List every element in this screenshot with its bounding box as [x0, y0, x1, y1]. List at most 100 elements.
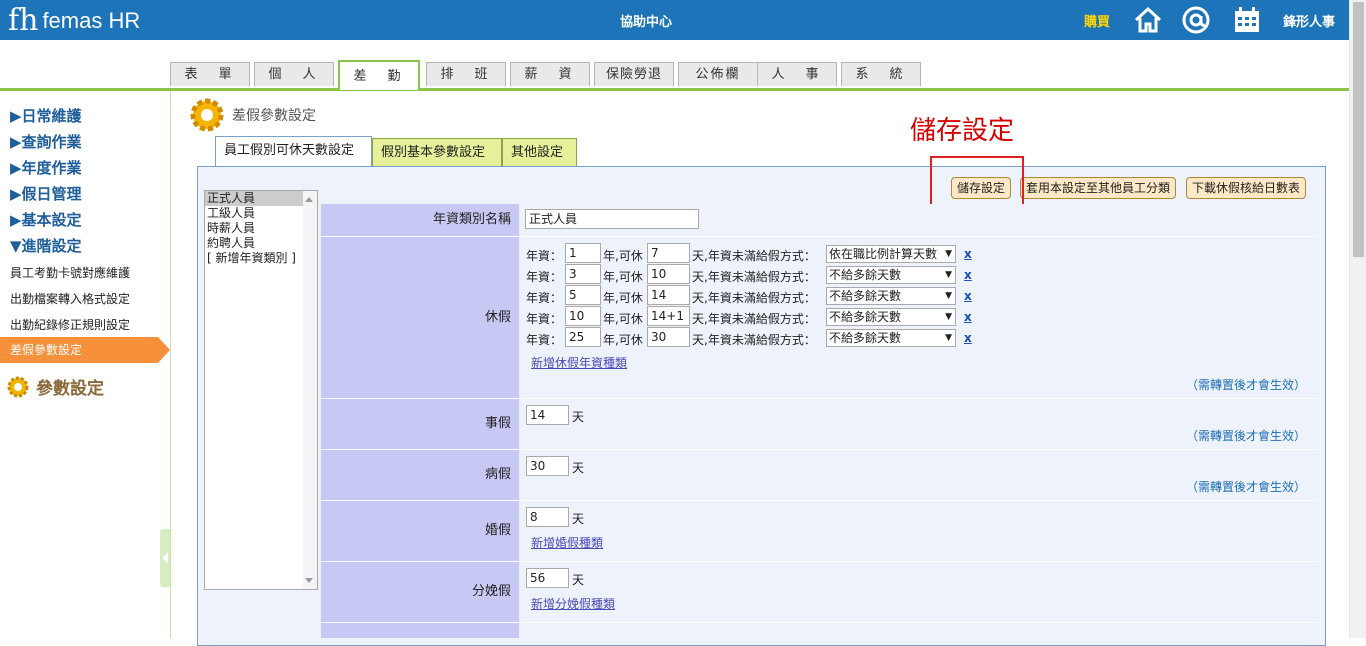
sidebar-subitem-correction-rules[interactable]: 出勤紀錄修正規則設定	[10, 316, 130, 333]
tier-years-prefix: 年資：	[526, 333, 563, 347]
logo-text: femas HR	[42, 8, 141, 33]
sidebar-item-advanced[interactable]: ▼進階設定	[10, 235, 82, 256]
gear-icon	[190, 98, 224, 132]
tab-hr[interactable]: 人 事	[757, 62, 837, 86]
tier-method-select[interactable]: 不給多餘天數	[826, 266, 956, 284]
company-name[interactable]: 鋒形人事	[1283, 11, 1335, 30]
tab-bulletin[interactable]: 公佈欄	[678, 62, 758, 86]
maternity-leave-label: 分娩假	[321, 562, 519, 622]
scroll-up-icon[interactable]	[305, 197, 313, 202]
add-maternity-type-link[interactable]: 新增分娩假種類	[531, 595, 615, 612]
sidebar-collapse-handle[interactable]	[160, 529, 170, 587]
tier-years-input[interactable]: 3	[565, 264, 601, 284]
tier-method-select[interactable]: 不給多餘天數	[826, 329, 956, 347]
logo-mark: fh	[8, 3, 39, 38]
page-title: 差假參數設定	[232, 108, 316, 124]
list-item[interactable]: 時薪人員	[205, 221, 317, 236]
tab-employee-leave-days[interactable]: 員工假別可休天數設定	[215, 136, 372, 167]
tab-insurance[interactable]: 保險勞退	[594, 62, 674, 86]
tier-years-suffix: 年,可休	[603, 249, 643, 263]
tab-salary[interactable]: 薪 資	[510, 62, 590, 86]
type-name-input[interactable]: 正式人員	[525, 209, 699, 229]
tier-method-select[interactable]: 依在職比例計算天數	[826, 245, 956, 263]
page-scrollbar[interactable]	[1349, 0, 1366, 638]
tier-method-select[interactable]: 不給多餘天數	[826, 308, 956, 326]
tab-leave-basic-params[interactable]: 假別基本參數設定	[372, 138, 502, 166]
add-annual-type-link[interactable]: 新增休假年資種類	[531, 354, 627, 371]
sidebar-item-holiday[interactable]: ▶假日管理	[10, 183, 82, 204]
home-icon[interactable]	[1133, 5, 1163, 35]
maternity-days-input[interactable]: 56	[526, 568, 569, 588]
save-highlight-box	[930, 156, 1024, 210]
tab-other-settings[interactable]: 其他設定	[502, 138, 577, 166]
sidebar-param-settings[interactable]: 參數設定	[6, 374, 104, 399]
add-marriage-type-link[interactable]: 新增婚假種類	[531, 534, 603, 551]
tier-days-suffix: 天,年資未滿給假方式：	[692, 291, 816, 305]
sick-days-input[interactable]: 30	[526, 456, 569, 476]
add-seniority-type-item[interactable]: [ 新增年資類別 ]	[205, 251, 317, 266]
sidebar-item-yearly[interactable]: ▶年度作業	[10, 157, 82, 178]
calendar-icon[interactable]	[1232, 5, 1262, 35]
tier-days-input[interactable]: 14	[647, 285, 690, 305]
list-scrollbar[interactable]	[303, 191, 317, 589]
sidebar-item-daily[interactable]: ▶日常維護	[10, 105, 82, 126]
seniority-type-list[interactable]: 正式人員 工級人員 時薪人員 約聘人員 [ 新增年資類別 ]	[204, 190, 318, 590]
tab-shift[interactable]: 排 班	[426, 62, 506, 86]
sidebar-item-query[interactable]: ▶查詢作業	[10, 131, 82, 152]
marriage-leave-label: 婚假	[321, 501, 519, 561]
tier-years-input[interactable]: 5	[565, 285, 601, 305]
tier-delete-link[interactable]: x	[964, 331, 972, 345]
list-item[interactable]: 約聘人員	[205, 236, 317, 251]
tier-days-input[interactable]: 7	[647, 243, 690, 263]
day-unit: 天	[572, 461, 585, 475]
tier-delete-link[interactable]: x	[964, 247, 972, 261]
tier-years-input[interactable]: 10	[565, 306, 601, 326]
tier-days-input[interactable]: 10	[647, 264, 690, 284]
day-unit: 天	[572, 573, 585, 587]
personal-days-input[interactable]: 14	[526, 405, 569, 425]
tier-delete-link[interactable]: x	[964, 310, 972, 324]
list-item[interactable]: 正式人員	[205, 191, 317, 206]
day-unit: 天	[572, 512, 585, 526]
tab-forms[interactable]: 表 單	[170, 62, 250, 86]
tier-days-suffix: 天,年資未滿給假方式：	[692, 249, 816, 263]
help-center-link[interactable]: 協助中心	[620, 11, 672, 30]
apply-to-other-classes-button[interactable]: 套用本設定至其他員工分類	[1020, 177, 1177, 199]
buy-link[interactable]: 購買	[1084, 11, 1110, 30]
list-item[interactable]: 工級人員	[205, 206, 317, 221]
next-row-label	[321, 623, 519, 638]
tier-days-input[interactable]: 30	[647, 327, 690, 347]
tier-years-prefix: 年資：	[526, 270, 563, 284]
tier-days-input[interactable]: 14+1	[647, 306, 690, 326]
personal-leave-label: 事假	[321, 399, 519, 449]
sick-leave-label: 病假	[321, 450, 519, 500]
sidebar-item-basic[interactable]: ▶基本設定	[10, 209, 82, 230]
tier-years-prefix: 年資：	[526, 312, 563, 326]
sidebar-subitem-import-format[interactable]: 出勤檔案轉入格式設定	[10, 290, 130, 307]
save-annotation: 儲存設定	[910, 116, 1015, 146]
download-leave-table-button[interactable]: 下載休假核給日數表	[1186, 177, 1307, 199]
tier-delete-link[interactable]: x	[964, 289, 972, 303]
sidebar-subitem-leave-params[interactable]: 差假參數設定	[0, 337, 170, 363]
marriage-leave-cell	[520, 501, 1319, 561]
tier-years-prefix: 年資：	[526, 291, 563, 305]
tier-years-suffix: 年,可休	[603, 312, 643, 326]
tab-personal[interactable]: 個 人	[254, 62, 334, 86]
tab-system[interactable]: 系 統	[841, 62, 921, 86]
marriage-days-input[interactable]: 8	[526, 507, 569, 527]
at-icon[interactable]	[1181, 5, 1211, 35]
scroll-down-icon[interactable]	[305, 578, 313, 583]
page-heading: 差假參數設定	[188, 96, 316, 134]
day-unit: 天	[572, 410, 585, 424]
femas-logo[interactable]: fh femas HR	[8, 4, 140, 38]
tier-years-input[interactable]: 1	[565, 243, 601, 263]
scrollbar-thumb[interactable]	[1353, 2, 1364, 257]
sidebar-subitem-card-mapping[interactable]: 員工考勤卡號對應維護	[10, 264, 130, 281]
tab-attendance[interactable]: 差 勤	[338, 60, 420, 90]
tier-years-input[interactable]: 25	[565, 327, 601, 347]
sidebar: ▶日常維護 ▶查詢作業 ▶年度作業 ▶假日管理 ▶基本設定 ▼進階設定 員工考勤…	[0, 91, 171, 638]
tier-delete-link[interactable]: x	[964, 268, 972, 282]
tier-years-suffix: 年,可休	[603, 291, 643, 305]
tier-years-suffix: 年,可休	[603, 270, 643, 284]
tier-method-select[interactable]: 不給多餘天數	[826, 287, 956, 305]
